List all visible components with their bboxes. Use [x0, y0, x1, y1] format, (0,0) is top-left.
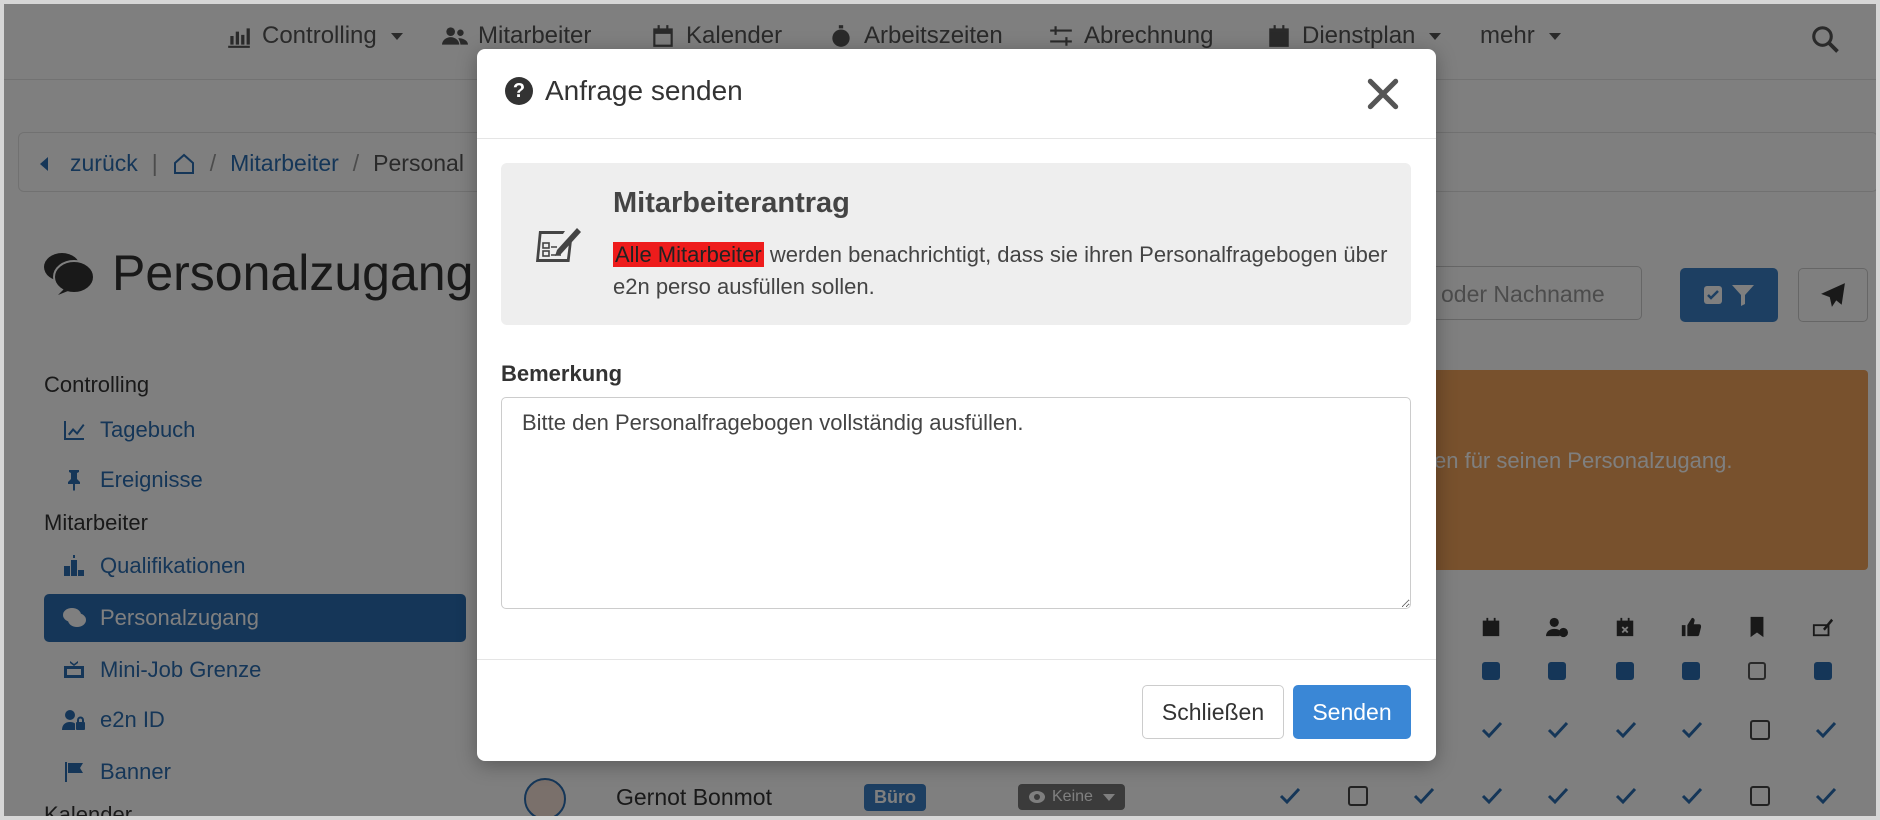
info-title: Mitarbeiterantrag — [613, 187, 850, 219]
remark-label: Bemerkung — [501, 361, 623, 386]
close-button[interactable]: Schließen — [1142, 685, 1284, 739]
remark-textarea[interactable]: Bitte den Personalfragebogen vollständig… — [501, 397, 1411, 609]
close-icon[interactable] — [1364, 75, 1402, 113]
request-info-box: Mitarbeiterantrag Alle Mitarbeiter werde… — [501, 163, 1411, 325]
dialog-footer: Schließen Senden — [477, 659, 1436, 761]
info-text: Alle Mitarbeiter werden benachrichtigt, … — [613, 242, 1388, 299]
send-request-dialog: ? Anfrage senden Mitarbeiterantrag Alle … — [477, 49, 1436, 761]
question-icon: ? — [505, 77, 533, 105]
recipients-highlight: Alle Mitarbeiter — [613, 242, 764, 267]
dialog-header: ? Anfrage senden — [477, 49, 1436, 139]
dialog-title: ? Anfrage senden — [505, 75, 743, 107]
send-button[interactable]: Senden — [1293, 685, 1411, 739]
app-window: Controlling Mitarbeiter Kalender Arbeits… — [0, 0, 1880, 820]
signature-icon — [536, 228, 581, 262]
